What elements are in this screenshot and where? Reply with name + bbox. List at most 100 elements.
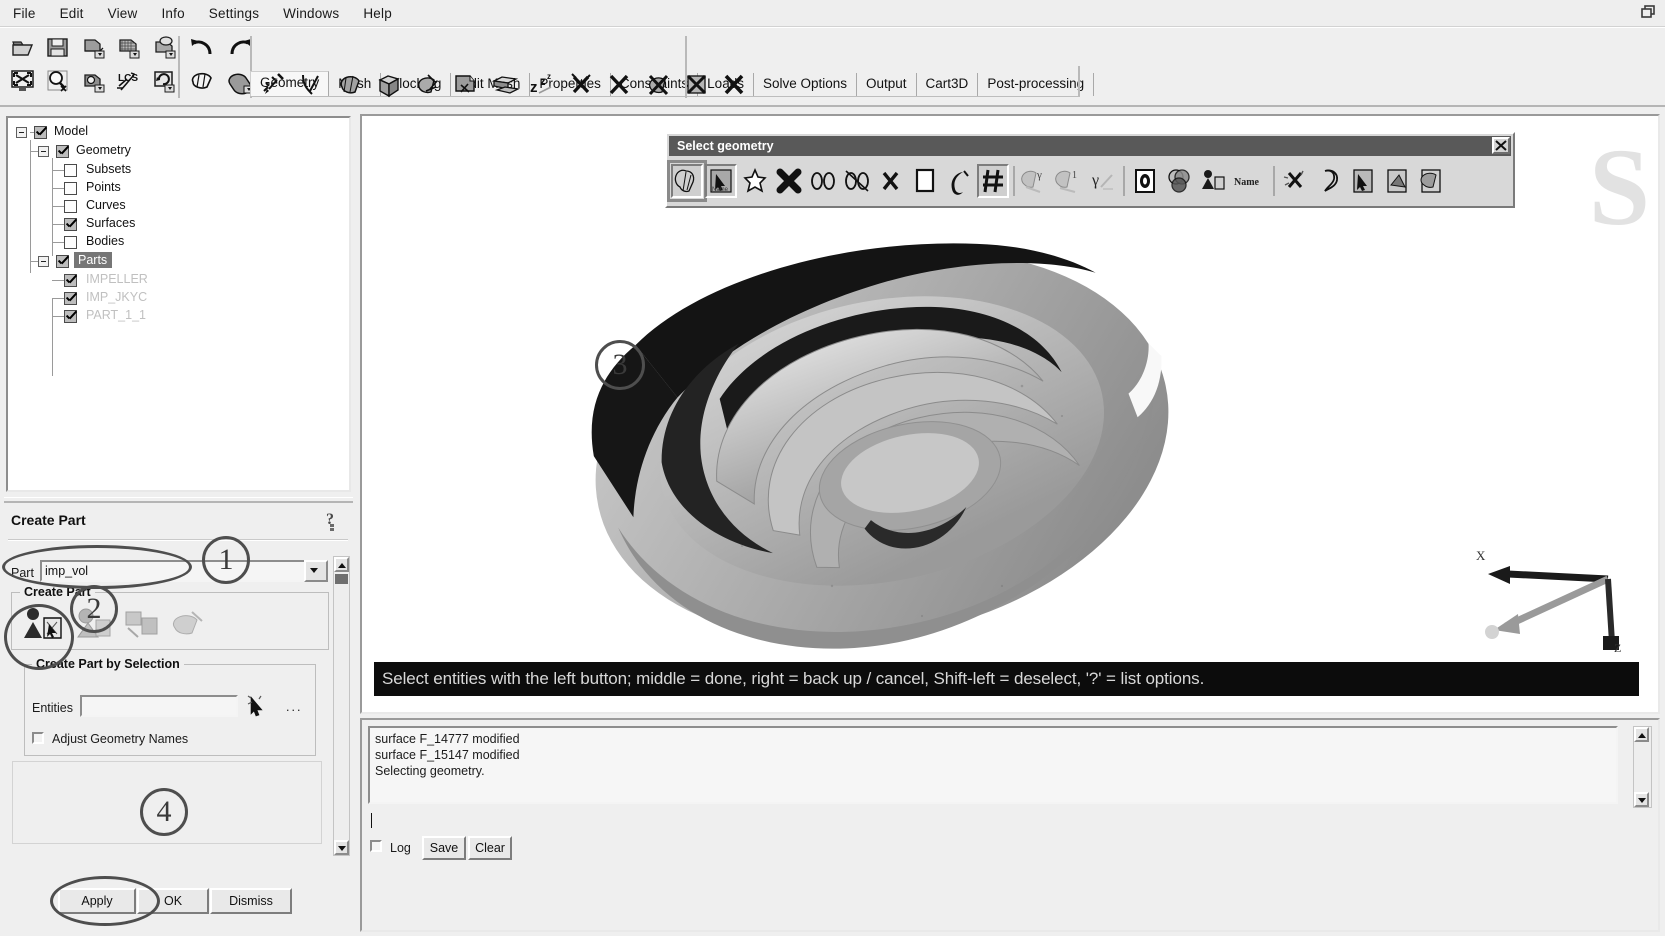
- delete-curve-icon[interactable]: [606, 69, 636, 101]
- part-dropdown-arrow[interactable]: [304, 560, 328, 582]
- select-gamma-icon[interactable]: γ: [1087, 164, 1119, 198]
- select-by-attribute-1-icon[interactable]: 1: [1053, 164, 1085, 198]
- create-surface-icon[interactable]: [337, 69, 367, 101]
- select-items-in-part-icon[interactable]: Name: [705, 163, 737, 198]
- checkbox-surfaces[interactable]: [64, 218, 77, 231]
- select-curves-icon[interactable]: [773, 164, 805, 198]
- expander-icon[interactable]: [38, 256, 49, 267]
- checkbox-curves[interactable]: [64, 200, 77, 213]
- more-options-label[interactable]: ...: [286, 700, 302, 714]
- expander-icon[interactable]: [16, 127, 27, 138]
- repair-geometry-icon[interactable]: [414, 69, 444, 101]
- log-scrollbar[interactable]: [1633, 726, 1652, 808]
- checkbox-imp-jkyc[interactable]: [64, 292, 77, 305]
- checkbox-model[interactable]: [34, 126, 47, 139]
- apply-button[interactable]: Apply: [58, 888, 136, 914]
- zoom-box-icon[interactable]: [45, 68, 72, 95]
- create-assembly-icon[interactable]: [122, 604, 162, 649]
- delete-body-icon[interactable]: [683, 69, 713, 101]
- open-blocking-icon[interactable]: [152, 34, 179, 61]
- checkbox-subsets[interactable]: [64, 164, 77, 177]
- wireframe-display-icon[interactable]: [188, 68, 218, 95]
- ok-button[interactable]: OK: [137, 888, 209, 914]
- select-loop-icon[interactable]: [1129, 164, 1161, 198]
- restore-window-icon[interactable]: [1639, 4, 1659, 22]
- undo-icon[interactable]: [188, 34, 218, 61]
- create-curve-icon[interactable]: [298, 69, 328, 101]
- rotate-view-icon[interactable]: [81, 68, 108, 95]
- select-by-name-icon[interactable]: Name: [1231, 164, 1269, 198]
- entities-input[interactable]: [80, 695, 238, 717]
- checkbox-points[interactable]: [64, 182, 77, 195]
- select-surfaces-icon[interactable]: [807, 164, 839, 198]
- checkbox-parts[interactable]: [56, 255, 69, 268]
- select-all-appropriate-icon[interactable]: [667, 159, 707, 202]
- checkbox-impeller[interactable]: [64, 274, 77, 287]
- create-part-icon[interactable]: [452, 69, 482, 101]
- lcs-icon[interactable]: LCS: [116, 68, 143, 95]
- tab-output[interactable]: Output: [857, 73, 917, 96]
- menu-item-windows[interactable]: Windows: [272, 3, 350, 24]
- help-question-icon[interactable]: ?: [324, 509, 346, 533]
- dismiss-button[interactable]: Dismiss: [210, 888, 292, 914]
- tab-post-processing[interactable]: Post-processing: [978, 73, 1095, 96]
- box-select-icon[interactable]: [909, 164, 941, 198]
- create-part-by-selection-icon[interactable]: [20, 604, 64, 649]
- menu-item-view[interactable]: View: [97, 3, 149, 24]
- expander-icon[interactable]: [38, 146, 49, 157]
- menu-item-settings[interactable]: Settings: [198, 3, 270, 24]
- tab-cart3d[interactable]: Cart3D: [917, 73, 979, 96]
- select-part-icon[interactable]: [1197, 164, 1229, 198]
- menu-item-help[interactable]: Help: [352, 3, 403, 24]
- checkbox-bodies[interactable]: [64, 236, 77, 249]
- clear-log-button[interactable]: Clear: [468, 836, 512, 860]
- adjust-geometry-names-checkbox[interactable]: [32, 732, 44, 744]
- checkbox-part-1-1[interactable]: [64, 310, 77, 323]
- tab-solve-options[interactable]: Solve Options: [754, 73, 858, 96]
- select-toggle-icon[interactable]: [1279, 164, 1311, 198]
- scroll-down-arrow[interactable]: [1634, 792, 1649, 807]
- delete-surface-icon[interactable]: [645, 69, 675, 101]
- deselect-icon[interactable]: [875, 164, 907, 198]
- select-venn-icon[interactable]: [1163, 164, 1195, 198]
- menu-item-file[interactable]: File: [2, 3, 47, 24]
- save-icon[interactable]: [45, 34, 72, 61]
- select-by-attribute-y-icon[interactable]: γ: [1019, 164, 1051, 198]
- restore-dormant-icon[interactable]: zzz: [529, 69, 559, 101]
- log-text-area[interactable]: surface F_14777 modified surface F_15147…: [368, 726, 1618, 804]
- scroll-down-arrow[interactable]: [334, 840, 349, 855]
- open-mesh-icon[interactable]: [116, 34, 143, 61]
- delete-point-icon[interactable]: [568, 69, 598, 101]
- select-arrow-icon[interactable]: [246, 694, 272, 723]
- checkbox-geometry[interactable]: [56, 145, 69, 158]
- log-checkbox[interactable]: [370, 840, 382, 852]
- select-unselect-icon[interactable]: [1313, 164, 1345, 198]
- create-part-from-entities-icon[interactable]: [170, 606, 210, 647]
- polygon-select-icon[interactable]: [943, 164, 975, 198]
- select-previous-icon[interactable]: [1347, 164, 1379, 198]
- open-geometry-icon[interactable]: [81, 34, 108, 61]
- scroll-up-arrow[interactable]: [1634, 727, 1649, 742]
- menu-item-info[interactable]: Info: [150, 3, 195, 24]
- create-point-icon[interactable]: [260, 69, 290, 101]
- fit-to-screen-icon[interactable]: [10, 68, 37, 95]
- select-points-icon[interactable]: [739, 164, 771, 198]
- transform-geometry-icon[interactable]: [491, 69, 521, 101]
- select-next-icon[interactable]: [1381, 164, 1413, 198]
- delete-any-icon[interactable]: [721, 69, 751, 101]
- select-bodies-icon[interactable]: [841, 164, 873, 198]
- close-icon[interactable]: [1492, 137, 1510, 154]
- command-input[interactable]: [368, 812, 1636, 830]
- panel-splitter[interactable]: [4, 497, 353, 503]
- model-tree[interactable]: Model Geometry Subsets Points Curves Sur…: [6, 116, 351, 492]
- menu-item-edit[interactable]: Edit: [49, 3, 95, 24]
- scroll-thumb[interactable]: [335, 574, 348, 584]
- save-log-button[interactable]: Save: [422, 836, 466, 860]
- scroll-up-arrow[interactable]: [334, 557, 349, 572]
- refresh-view-icon[interactable]: [152, 68, 179, 95]
- select-done-icon[interactable]: [1415, 164, 1447, 198]
- create-body-icon[interactable]: [375, 69, 405, 101]
- part-input[interactable]: [40, 560, 310, 582]
- open-folder-icon[interactable]: [10, 34, 37, 61]
- panel-scrollbar[interactable]: [333, 556, 350, 856]
